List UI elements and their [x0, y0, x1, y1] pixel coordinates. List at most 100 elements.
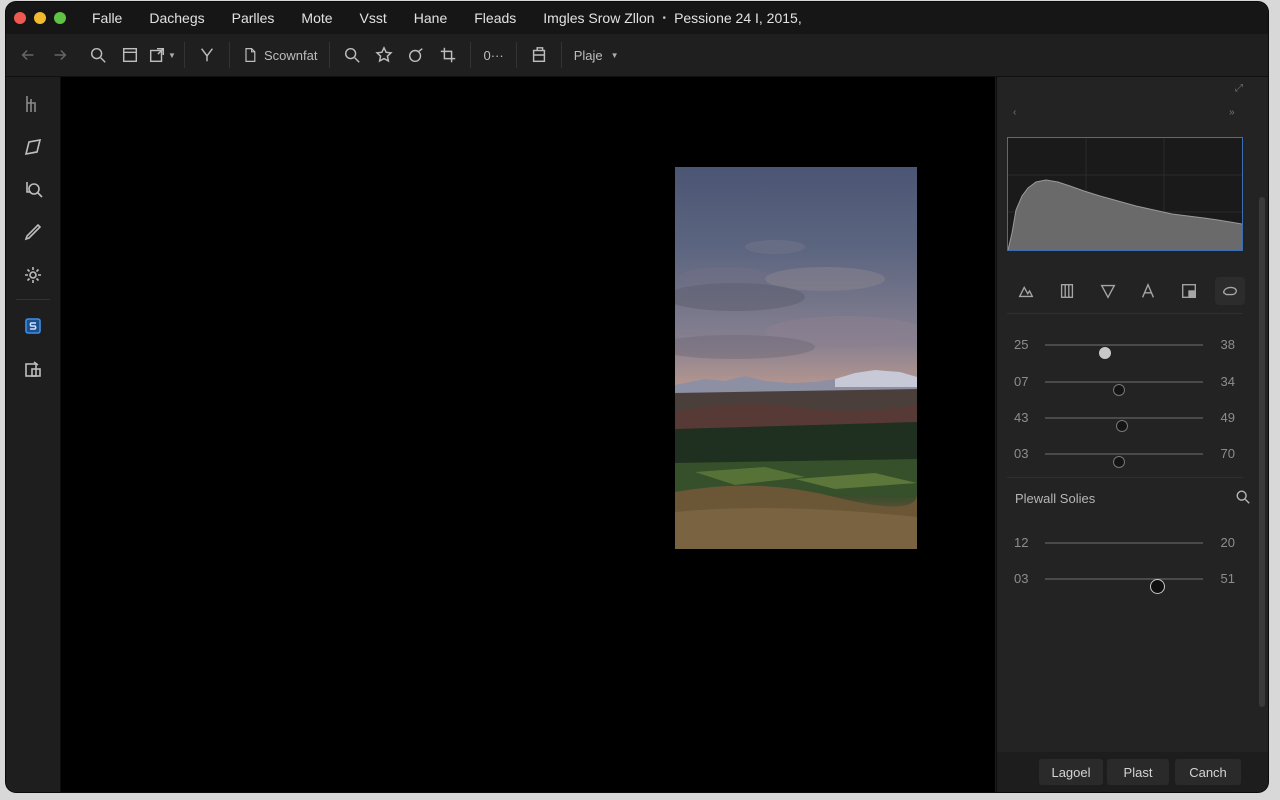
text-tool-button[interactable] [1133, 277, 1163, 305]
window-controls [14, 12, 66, 24]
slider-handle[interactable] [1150, 579, 1166, 594]
export-icon [150, 47, 165, 63]
panel-divider [1007, 313, 1243, 314]
filter-icon [201, 48, 213, 62]
menu-item-5[interactable]: Vsst [360, 10, 387, 26]
footer-button-2[interactable]: Plast [1107, 759, 1169, 785]
slider-handle[interactable] [1113, 456, 1126, 468]
section-title: Plewall Solies [1015, 491, 1096, 506]
slider-handle[interactable] [1113, 384, 1126, 396]
crop-icon [441, 47, 456, 63]
slider-row-4: 03 70 [1011, 444, 1243, 468]
cancel-button[interactable]: Canch [1175, 759, 1241, 785]
person-search-icon [26, 182, 43, 198]
slider-track[interactable] [1045, 578, 1203, 594]
slider-handle[interactable] [1099, 347, 1112, 359]
slider-max-value: 49 [1220, 410, 1235, 425]
slider-row-2: 07 34 [1011, 372, 1243, 396]
chevron-down-icon: ▼ [610, 50, 619, 60]
star-icon [375, 46, 394, 63]
menu-item-7[interactable]: Fleads [474, 10, 516, 26]
histogram [1007, 137, 1243, 251]
triangle-tool-button[interactable] [1093, 277, 1123, 305]
menu-item-6[interactable]: Hane [414, 10, 447, 26]
mask-icon [1182, 284, 1197, 298]
histogram-graph [1007, 138, 1243, 251]
menu-item-4[interactable]: Mote [301, 10, 332, 26]
slider-max-value: 20 [1220, 535, 1235, 550]
zoom-button[interactable] [84, 40, 112, 70]
slider-track[interactable] [1045, 417, 1203, 432]
slider-min-value: 43 [1014, 410, 1029, 425]
tone-tool-button[interactable] [1011, 277, 1041, 305]
close-window-button[interactable] [14, 12, 26, 24]
slider-track[interactable] [1045, 344, 1203, 359]
menu-item-3[interactable]: Parlles [232, 10, 275, 26]
forward-button[interactable] [46, 40, 74, 70]
slider-max-value: 70 [1220, 446, 1235, 461]
slider-row-3: 43 49 [1011, 408, 1243, 432]
toolbar-divider [560, 42, 562, 68]
layout-button[interactable] [525, 40, 553, 70]
adjustments-panel: ⤢ ‹ » 25 38 07 34 43 49 03 70 Plewall So… [996, 77, 1268, 792]
screenshot-button[interactable]: Scownfat [236, 47, 323, 63]
frame-icon [122, 47, 138, 63]
landscape-photo[interactable] [655, 167, 925, 549]
image-canvas[interactable] [61, 77, 995, 792]
minimize-window-button[interactable] [34, 12, 46, 24]
section-search-button[interactable] [1235, 489, 1253, 507]
document-icon [245, 48, 256, 62]
slider-track[interactable] [1045, 381, 1203, 396]
slider-row-5: 12 20 [1011, 533, 1243, 553]
mask-tool-button[interactable] [1174, 277, 1204, 305]
menu-item-file[interactable]: Falle [92, 10, 122, 26]
crop-button[interactable] [434, 40, 462, 70]
back-button[interactable] [14, 40, 42, 70]
menu-item-2[interactable]: Dachegs [149, 10, 204, 26]
panel-close-icon[interactable]: » [1229, 107, 1235, 118]
profile-menu[interactable]: Plaje ▼ [568, 48, 625, 63]
slider-min-value: 03 [1014, 446, 1029, 461]
gear-icon [25, 267, 41, 283]
triangle-icon [1100, 284, 1116, 299]
zoom-window-button[interactable] [54, 12, 66, 24]
toolbar-divider [515, 42, 517, 68]
columns-tool-button[interactable] [1052, 277, 1082, 305]
counter-label: 0··· [483, 47, 504, 63]
settings-tool[interactable] [20, 262, 46, 288]
menu-bar: Falle Dachegs Parlles Mote Vsst Hane Fle… [6, 2, 1268, 34]
brush-tool[interactable] [20, 219, 46, 245]
slider-min-value: 12 [1014, 535, 1029, 550]
photo-scene [655, 240, 925, 549]
toolbar-divider [229, 42, 230, 68]
search-icon [345, 47, 361, 63]
filter-button[interactable] [193, 40, 221, 70]
slider-handle[interactable] [1116, 420, 1129, 432]
tool-rail [6, 77, 61, 792]
search-button[interactable] [338, 40, 366, 70]
document-title: Imgles Srow Zllon [543, 10, 655, 26]
export-tool[interactable] [20, 356, 46, 382]
sync-tool[interactable] [20, 313, 46, 339]
slider-track[interactable] [1045, 453, 1203, 468]
slider-max-value: 51 [1220, 571, 1235, 586]
export-menu-button[interactable]: ▼ [148, 40, 176, 70]
people-tool[interactable] [20, 177, 46, 203]
panel-expand-icon[interactable]: ⤢ [1235, 83, 1243, 94]
tag-button[interactable] [402, 40, 430, 70]
panel-tools [1011, 277, 1245, 305]
search-icon [90, 47, 106, 63]
layout-icon [532, 47, 545, 63]
map-tool[interactable] [20, 134, 46, 160]
profile-label: Plaje [573, 47, 603, 63]
favorite-button[interactable] [370, 40, 398, 70]
heal-tool-button[interactable] [1214, 277, 1245, 305]
counter-button[interactable]: 0··· [477, 48, 509, 63]
panel-collapse-icon[interactable]: ‹ [1013, 107, 1016, 118]
slider-track[interactable] [1045, 542, 1203, 544]
slider-row-6: 03 51 [1011, 569, 1243, 594]
footer-button-1[interactable]: Lagoel [1039, 759, 1103, 785]
frame-button[interactable] [116, 40, 144, 70]
library-tool[interactable] [20, 91, 46, 117]
panel-scrollbar[interactable] [1259, 197, 1265, 707]
